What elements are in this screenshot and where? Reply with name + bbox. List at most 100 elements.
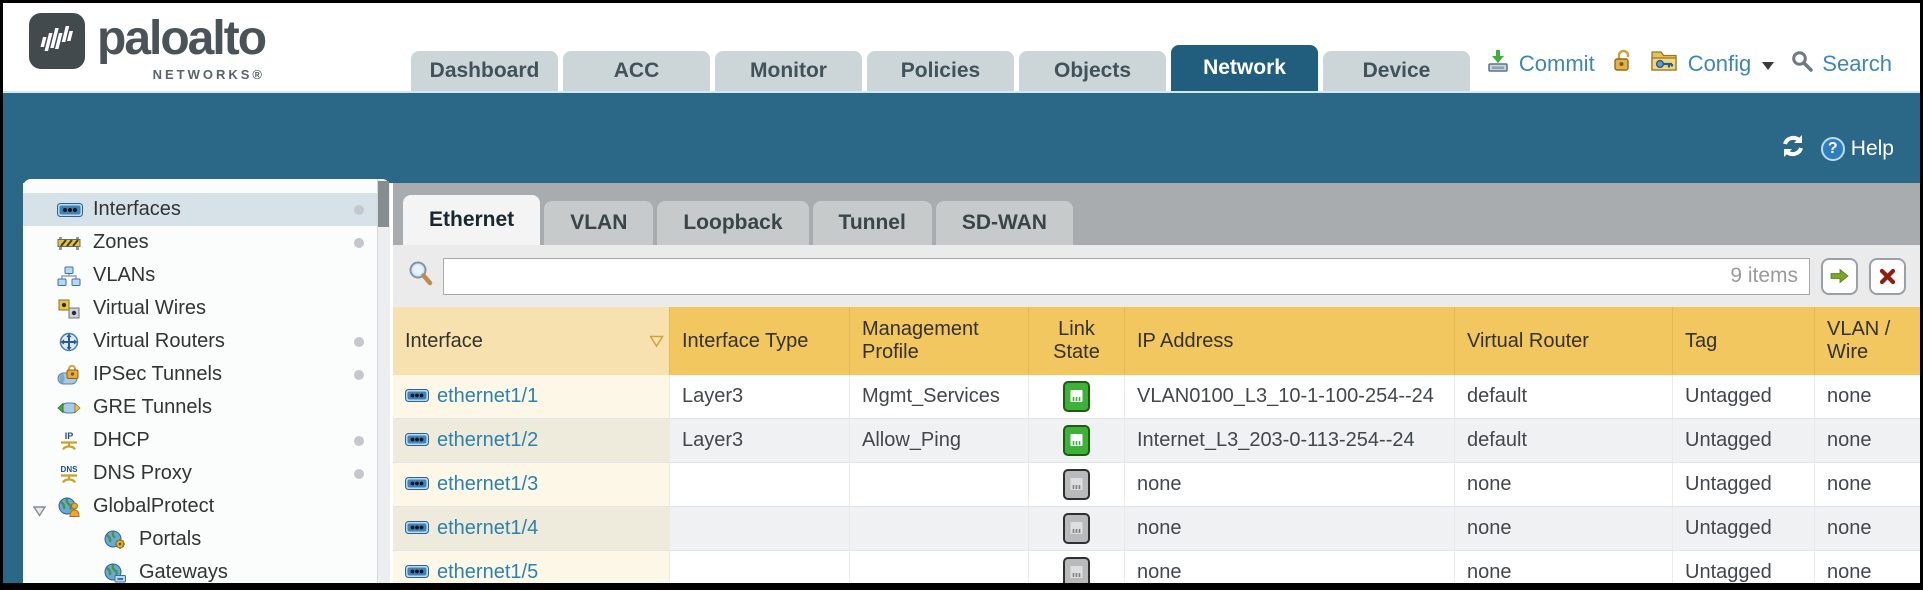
link-state-icon[interactable]	[1063, 469, 1090, 500]
sidebar-item-gre-tunnels[interactable]: GRE Tunnels	[23, 391, 390, 424]
sidebar-item-portals[interactable]: Portals	[23, 523, 390, 556]
interface-link[interactable]: ethernet1/2	[437, 429, 538, 452]
tab-monitor[interactable]: Monitor	[715, 51, 862, 91]
status-dot	[354, 238, 364, 248]
cell-management-profile	[849, 463, 1028, 506]
table-row: ethernet1/4 none none Untagged none	[393, 507, 1920, 551]
sidebar-item-globalprotect[interactable]: GlobalProtect	[23, 490, 390, 523]
tab-dashboard[interactable]: Dashboard	[411, 51, 558, 91]
help-icon[interactable]: ?	[1821, 137, 1845, 161]
column-header-interface[interactable]: Interface	[393, 307, 644, 375]
column-header-vlan-wire[interactable]: VLAN / Wire	[1814, 307, 1920, 375]
app-frame: paloalto NETWORKS® Dashboard ACC Monitor…	[0, 0, 1923, 590]
table-header: Interface Interface Type Management Prof…	[393, 307, 1920, 375]
sidebar-item-label: GlobalProtect	[93, 495, 214, 518]
virtual-wires-icon	[57, 299, 85, 319]
sidebar-item-ipsec-tunnels[interactable]: IPSec Tunnels	[23, 358, 390, 391]
cell-ip-address: none	[1124, 507, 1454, 550]
config-icon[interactable]	[1651, 49, 1679, 79]
tab-acc[interactable]: ACC	[563, 51, 710, 91]
status-dot	[354, 337, 364, 347]
sidebar-item-label: Virtual Routers	[93, 330, 225, 353]
sidebar-scrollbar[interactable]	[377, 179, 390, 583]
sidebar-item-label: DNS Proxy	[93, 462, 192, 485]
paloalto-logo-icon	[29, 13, 85, 69]
logo-text: paloalto	[97, 13, 265, 65]
cell-virtual-router: none	[1454, 507, 1672, 550]
commit-button[interactable]: Commit	[1519, 51, 1595, 77]
clear-filter-button[interactable]	[1869, 258, 1906, 295]
interface-link[interactable]: ethernet1/3	[437, 473, 538, 496]
expand-triangle-icon[interactable]	[33, 500, 46, 523]
sidebar-item-zones[interactable]: Zones	[23, 226, 390, 259]
tab-objects[interactable]: Objects	[1019, 51, 1166, 91]
table-row: ethernet1/5 none none Untagged none	[393, 551, 1920, 583]
cell-virtual-router: none	[1454, 551, 1672, 583]
network-sidebar: Interfaces Zones	[23, 179, 390, 583]
sidebar-item-dhcp[interactable]: IP DHCP	[23, 424, 390, 457]
cell-ip-address: Internet_L3_203-0-113-254--24	[1124, 419, 1454, 462]
search-button[interactable]: Search	[1822, 51, 1892, 77]
column-header-link-state[interactable]: Link State	[1028, 307, 1124, 375]
tab-policies[interactable]: Policies	[867, 51, 1014, 91]
main-content: Ethernet VLAN Loopback Tunnel SD-WAN 9 i…	[393, 183, 1920, 583]
interface-link[interactable]: ethernet1/4	[437, 517, 538, 540]
tab-network[interactable]: Network	[1171, 45, 1318, 91]
lock-icon[interactable]	[1612, 49, 1634, 79]
cell-vlan-wire: none	[1814, 419, 1920, 462]
sidebar-item-label: Zones	[93, 231, 149, 254]
column-header-tag[interactable]: Tag	[1672, 307, 1814, 375]
tab-device[interactable]: Device	[1323, 51, 1470, 91]
cell-interface-type: Layer3	[669, 419, 849, 462]
interface-link[interactable]: ethernet1/5	[437, 561, 538, 583]
interfaces-icon	[57, 203, 85, 217]
status-dot	[354, 469, 364, 479]
main-nav: Dashboard ACC Monitor Policies Objects N…	[411, 45, 1470, 91]
refresh-icon[interactable]	[1779, 133, 1807, 164]
cell-tag: Untagged	[1672, 463, 1814, 506]
interface-link[interactable]: ethernet1/1	[437, 385, 538, 408]
sidebar-scrollbar-thumb[interactable]	[378, 181, 389, 227]
portals-icon	[103, 530, 131, 550]
sidebar-item-virtual-wires[interactable]: Virtual Wires	[23, 292, 390, 325]
chevron-down-icon[interactable]	[1762, 62, 1774, 70]
status-dot	[354, 370, 364, 380]
sort-dropdown-icon[interactable]	[644, 307, 669, 375]
interfaces-table: Interface Interface Type Management Prof…	[393, 307, 1920, 583]
help-label[interactable]: Help	[1851, 137, 1894, 161]
sidebar-item-label: GRE Tunnels	[93, 396, 212, 419]
interface-subtabs: Ethernet VLAN Loopback Tunnel SD-WAN	[393, 183, 1920, 245]
column-header-interface-type[interactable]: Interface Type	[669, 307, 849, 375]
filter-search-icon	[407, 260, 435, 293]
link-state-icon[interactable]	[1063, 557, 1090, 583]
top-header: paloalto NETWORKS® Dashboard ACC Monitor…	[3, 3, 1920, 91]
subtab-loopback[interactable]: Loopback	[657, 201, 808, 245]
link-state-icon[interactable]	[1063, 381, 1090, 412]
subtab-vlan[interactable]: VLAN	[544, 201, 653, 245]
items-count: 9 items	[1730, 264, 1798, 288]
search-icon[interactable]	[1791, 50, 1813, 78]
column-header-virtual-router[interactable]: Virtual Router	[1454, 307, 1672, 375]
left-gutter	[3, 183, 23, 583]
column-header-ip-address[interactable]: IP Address	[1124, 307, 1454, 375]
apply-filter-button[interactable]	[1821, 258, 1858, 295]
column-header-management-profile[interactable]: Management Profile	[849, 307, 1028, 375]
sidebar-item-virtual-routers[interactable]: Virtual Routers	[23, 325, 390, 358]
link-state-icon[interactable]	[1063, 513, 1090, 544]
config-menu[interactable]: Config	[1688, 51, 1752, 77]
subtab-tunnel[interactable]: Tunnel	[813, 201, 932, 245]
link-state-icon[interactable]	[1063, 425, 1090, 456]
sidebar-item-gateways[interactable]: Gateways	[23, 556, 390, 589]
sidebar-item-dns-proxy[interactable]: DNS DNS Proxy	[23, 457, 390, 490]
sidebar-item-interfaces[interactable]: Interfaces	[23, 193, 390, 226]
gateways-icon	[103, 563, 131, 583]
table-row: ethernet1/1 Layer3 Mgmt_Services VLAN010…	[393, 375, 1920, 419]
sidebar-item-vlans[interactable]: VLANs	[23, 259, 390, 292]
cell-tag: Untagged	[1672, 375, 1814, 418]
virtual-routers-icon	[57, 332, 85, 352]
subtab-ethernet[interactable]: Ethernet	[403, 195, 540, 245]
commit-icon[interactable]	[1486, 49, 1510, 79]
subtab-sdwan[interactable]: SD-WAN	[936, 201, 1073, 245]
cell-tag: Untagged	[1672, 551, 1814, 583]
filter-input[interactable]	[443, 258, 1810, 295]
